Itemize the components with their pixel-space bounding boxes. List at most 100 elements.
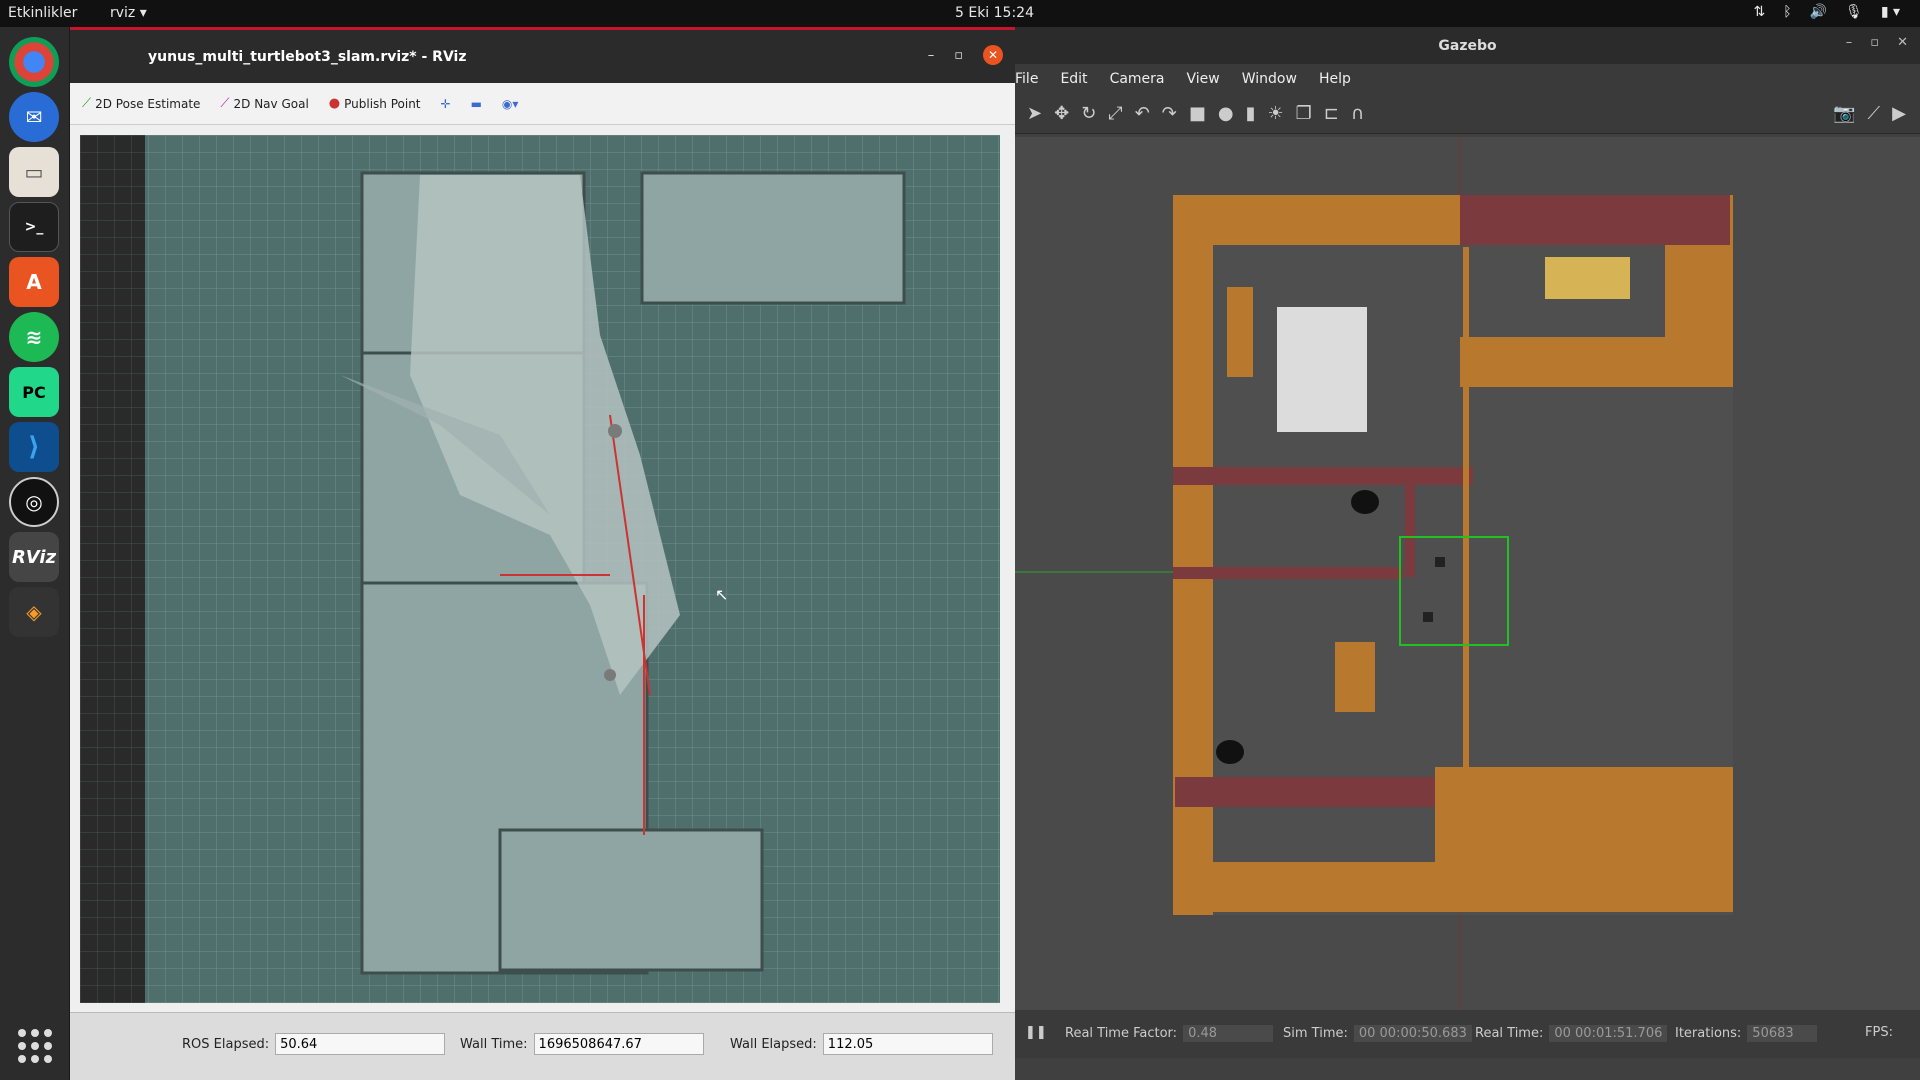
obs-icon[interactable]: ◎ xyxy=(9,477,59,527)
mic-icon[interactable]: 🎙 xyxy=(1845,4,1863,20)
pose-estimate-button[interactable]: ⟋ 2D Pose Estimate xyxy=(82,96,200,111)
minimize-icon[interactable]: – xyxy=(928,48,935,63)
rotate-icon[interactable]: ↻ xyxy=(1081,103,1096,124)
redo-icon[interactable]: ↷ xyxy=(1162,103,1177,124)
nav-goal-button[interactable]: ⟋ 2D Nav Goal xyxy=(220,96,308,111)
real-time-field: Real Time: 00 00:01:51.706 xyxy=(1475,1025,1668,1042)
gazebo-title: Gazebo xyxy=(1438,37,1497,54)
real-time-label: Real Time: xyxy=(1475,1026,1544,1041)
light-icon[interactable]: ☀ xyxy=(1268,103,1284,124)
wall-elapsed-value[interactable] xyxy=(822,1033,993,1055)
copy-icon[interactable]: ❐ xyxy=(1296,103,1312,124)
rtf-value: 0.48 xyxy=(1183,1025,1274,1042)
volume-icon[interactable]: 🔊 xyxy=(1810,4,1827,20)
terminal-icon[interactable]: >_ xyxy=(9,202,59,252)
record-icon[interactable]: ▶ xyxy=(1892,103,1906,124)
menu-help[interactable]: Help xyxy=(1319,71,1351,87)
fps-field: FPS: xyxy=(1865,1025,1893,1040)
rviz-window: yunus_multi_turtlebot3_slam.rviz* - RViz… xyxy=(70,27,1015,1080)
rviz-3d-view[interactable]: ↖ xyxy=(80,135,1000,1003)
undo-icon[interactable]: ↶ xyxy=(1135,103,1150,124)
translate-icon[interactable]: ✥ xyxy=(1054,103,1069,124)
gazebo-window-controls: – ▫ ✕ xyxy=(1846,35,1908,50)
rtf-field: Real Time Factor: 0.48 xyxy=(1065,1025,1274,1042)
sim-time-field: Sim Time: 00 00:00:50.683 xyxy=(1283,1025,1472,1042)
app-menu-label: rviz xyxy=(110,5,136,21)
cylinder-icon[interactable]: ▮ xyxy=(1246,103,1256,124)
sphere-icon[interactable]: ● xyxy=(1218,103,1234,124)
network-icon[interactable]: ⇅ xyxy=(1753,4,1765,20)
turtlebot xyxy=(1216,740,1244,764)
chrome-icon[interactable] xyxy=(9,37,59,87)
box-icon[interactable]: ■ xyxy=(1189,103,1206,124)
ros-elapsed-field: ROS Elapsed: xyxy=(182,1033,446,1055)
software-icon[interactable]: A xyxy=(9,257,59,307)
files-icon[interactable]: ▭ xyxy=(9,147,59,197)
bluetooth-icon[interactable]: ᛒ xyxy=(1783,4,1791,20)
pause-icon[interactable]: ❚❚ xyxy=(1025,1025,1047,1040)
sim-time-value: 00 00:00:50.683 xyxy=(1353,1025,1472,1042)
menu-camera[interactable]: Camera xyxy=(1110,71,1165,87)
activities-button[interactable]: Etkinlikler xyxy=(8,5,77,21)
app-menu[interactable]: rviz ▾ xyxy=(110,5,147,21)
gazebo-3d-scene[interactable] xyxy=(1015,137,1920,1017)
menu-window[interactable]: Window xyxy=(1242,71,1297,87)
turtlebot xyxy=(1351,490,1379,514)
yellow-block xyxy=(1545,257,1630,299)
world-render xyxy=(1015,137,1920,1017)
thunderbird-icon[interactable]: ✉ xyxy=(9,92,59,142)
align-icon[interactable]: ⊏ xyxy=(1324,103,1339,124)
pycharm-icon[interactable]: PC xyxy=(9,367,59,417)
rviz-icon[interactable]: RViz xyxy=(9,532,59,582)
ros-elapsed-label: ROS Elapsed: xyxy=(182,1036,270,1052)
publish-point-button[interactable]: ● Publish Point xyxy=(329,96,421,111)
nav-arrow-icon: ⟋ xyxy=(220,96,230,111)
close-icon[interactable]: ✕ xyxy=(983,45,1003,65)
rviz-titlebar[interactable]: yunus_multi_turtlebot3_slam.rviz* - RViz xyxy=(70,27,1015,83)
gazebo-toolbar: ➤ ✥ ↻ ⤢ ↶ ↷ ■ ● ▮ ☀ ❐ ⊏ ∩ 📷 ⟋ ▶ xyxy=(1015,94,1920,134)
pose-arrow-icon: ⟋ xyxy=(82,96,92,111)
spotify-icon[interactable]: ≋ xyxy=(9,312,59,362)
dock: ✉ ▭ >_ A ≋ PC ⟩ ◎ RViz ◈ xyxy=(0,27,70,1080)
close-icon[interactable]: ✕ xyxy=(1897,35,1908,50)
plot-icon[interactable]: ⟋ xyxy=(1868,103,1881,124)
select-icon[interactable]: ➤ xyxy=(1027,103,1042,124)
sublime-icon[interactable]: ◈ xyxy=(9,587,59,637)
gazebo-titlebar[interactable]: Gazebo xyxy=(1015,27,1920,64)
rviz-toolbar: ⟋ 2D Pose Estimate ⟋ 2D Nav Goal ● Publi… xyxy=(70,83,1015,125)
remove-tool-icon[interactable]: ▬ xyxy=(471,97,482,111)
snap-icon[interactable]: ∩ xyxy=(1351,103,1364,124)
maximize-icon[interactable]: ▫ xyxy=(1870,35,1879,50)
vscode-icon[interactable]: ⟩ xyxy=(9,422,59,472)
pose-estimate-label: 2D Pose Estimate xyxy=(95,96,201,111)
scale-icon[interactable]: ⤢ xyxy=(1108,103,1122,124)
maximize-icon[interactable]: ▫ xyxy=(954,48,963,63)
robot-marker xyxy=(604,669,616,681)
tool-settings-icon[interactable]: ◉▾ xyxy=(502,97,519,111)
real-time-value: 00 00:01:51.706 xyxy=(1549,1025,1668,1042)
gazebo-window: Gazebo – ▫ ✕ File Edit Camera View Windo… xyxy=(1015,27,1920,1080)
apps-grid-icon[interactable] xyxy=(18,1029,52,1063)
clock[interactable]: 5 Eki 15:24 xyxy=(955,5,1034,21)
menu-edit[interactable]: Edit xyxy=(1060,71,1087,87)
battery-icon[interactable]: ▮ ▾ xyxy=(1881,4,1900,20)
minimize-icon[interactable]: – xyxy=(1846,35,1853,50)
svg-text:↖: ↖ xyxy=(715,585,728,604)
occupancy-map: ↖ xyxy=(80,135,1000,1003)
menu-view[interactable]: View xyxy=(1187,71,1220,87)
add-tool-icon[interactable]: ✛ xyxy=(441,97,451,111)
menu-file[interactable]: File xyxy=(1015,71,1038,87)
iterations-value: 50683 xyxy=(1747,1025,1818,1042)
wall-time-value[interactable] xyxy=(533,1033,704,1055)
rviz-status-bar: ROS Elapsed: Wall Time: Wall Elapsed: xyxy=(70,1012,1015,1080)
gazebo-status-bar: ❚❚ Real Time Factor: 0.48 Sim Time: 00 0… xyxy=(1015,1010,1920,1058)
iterations-label: Iterations: xyxy=(1675,1026,1742,1041)
robot-marker xyxy=(608,424,622,438)
top-bar: Etkinlikler rviz ▾ 5 Eki 15:24 ⇅ ᛒ 🔊 🎙 ▮… xyxy=(0,0,1920,27)
screenshot-icon[interactable]: 📷 xyxy=(1833,103,1855,124)
wall-elapsed-field: Wall Elapsed: xyxy=(730,1033,993,1055)
system-tray[interactable]: ⇅ ᛒ 🔊 🎙 ▮ ▾ xyxy=(1753,4,1900,20)
ros-elapsed-value[interactable] xyxy=(275,1033,446,1055)
rviz-window-controls: – ▫ ✕ xyxy=(928,45,1003,65)
publish-point-label: Publish Point xyxy=(344,96,421,111)
